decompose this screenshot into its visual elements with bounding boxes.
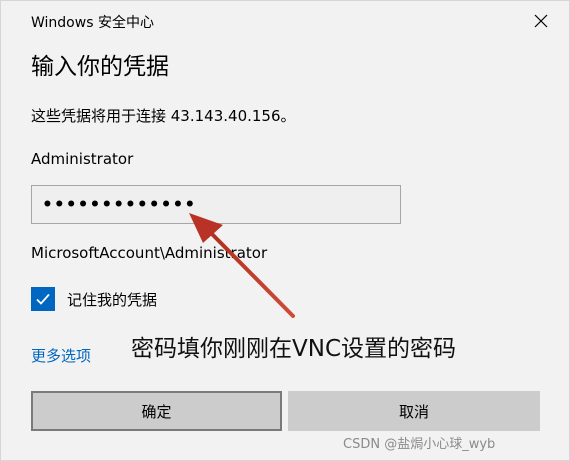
cancel-button[interactable]: 取消 — [288, 391, 540, 431]
more-options-link[interactable]: 更多选项 — [31, 345, 91, 366]
annotation-text: 密码填你刚刚在VNC设置的密码 — [131, 336, 456, 362]
checkmark-icon — [36, 293, 50, 305]
credential-dialog: Windows 安全中心 输入你的凭据 这些凭据将用于连接 43.143.40.… — [0, 0, 570, 461]
close-icon — [534, 14, 548, 28]
remember-checkbox[interactable] — [31, 287, 55, 311]
password-field[interactable] — [31, 185, 401, 224]
close-button[interactable] — [521, 5, 561, 37]
title-bar: Windows 安全中心 — [1, 1, 569, 41]
remember-credentials-row[interactable]: 记住我的凭据 — [31, 286, 157, 312]
app-title: Windows 安全中心 — [31, 15, 154, 31]
domain-user-label: MicrosoftAccount\Administrator — [31, 244, 268, 262]
remember-label: 记住我的凭据 — [67, 290, 158, 309]
dialog-heading: 输入你的凭据 — [31, 54, 169, 80]
ok-button[interactable]: 确定 — [31, 391, 282, 431]
username-label: Administrator — [31, 150, 134, 168]
watermark: CSDN @盐焗小心球_wyb — [343, 437, 496, 452]
connection-description: 这些凭据将用于连接 43.143.40.156。 — [31, 107, 296, 125]
password-input[interactable] — [32, 186, 400, 223]
